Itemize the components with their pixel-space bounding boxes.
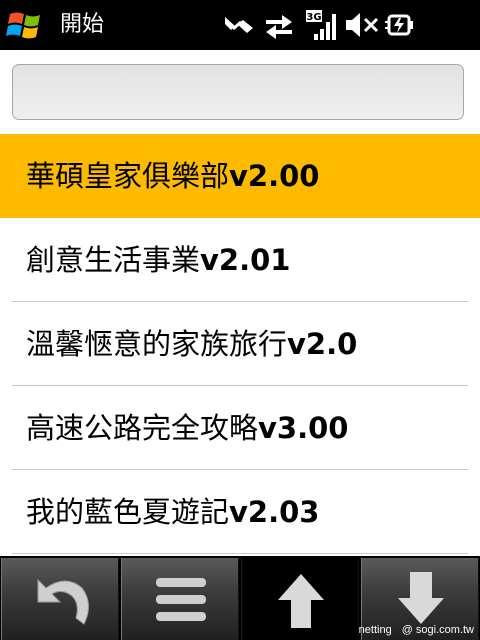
start-title[interactable]: 開始 [60,10,104,40]
list-item-label: 華碩皇家俱樂部v2.00 [26,134,319,218]
list-item-label: 創意生活事業v2.01 [26,218,290,302]
program-list: 華碩皇家俱樂部v2.00 創意生活事業v2.01 溫馨愜意的家族旅行v2.0 高… [0,134,480,556]
back-button[interactable] [1,558,119,640]
list-item-label: 高速公路完全攻略v3.00 [26,386,348,470]
item-version: v3.00 [258,411,349,445]
search-area [0,50,480,134]
item-name: 高速公路完全攻略 [26,411,259,445]
watermark: netting @ sogi.com.tw [349,624,474,636]
item-name: 我的藍色夏遊記 [26,495,230,529]
list-item[interactable]: 華碩皇家俱樂部v2.00 [0,134,480,218]
item-version: v2.00 [229,159,320,193]
list-item[interactable]: 溫馨愜意的家族旅行v2.0 [0,302,480,386]
battery-charging-icon[interactable] [384,8,418,42]
move-up-button[interactable] [241,558,359,640]
connection-arrows-icon [266,15,292,39]
menu-icon [156,578,206,621]
watermark-site: @ sogi.com.tw [401,624,474,636]
item-version: v2.01 [200,243,291,277]
arrow-up-icon [278,574,324,628]
watermark-author: netting [358,624,392,636]
item-version: v2.0 [287,327,358,361]
screen: 開始 3G 華碩皇家俱樂部v2.00 創意生活事業v2.01 溫馨愜意的家族旅行… [0,0,480,640]
item-name: 溫馨愜意的家族旅行 [26,327,288,361]
item-name: 華碩皇家俱樂部 [26,159,230,193]
windows-start-logo[interactable] [6,8,46,42]
list-item[interactable]: 創意生活事業v2.01 [0,218,480,302]
list-item-label: 我的藍色夏遊記v2.03 [26,470,319,554]
list-item[interactable]: 我的藍色夏遊記v2.03 [0,470,480,554]
3g-signal-icon: 3G [306,10,336,40]
list-item[interactable]: 高速公路完全攻略v3.00 [0,386,480,470]
softkey-bar: netting @ sogi.com.tw [0,556,480,640]
svg-text:3G: 3G [306,12,321,23]
search-input[interactable] [12,64,464,120]
status-bar: 開始 3G [0,0,480,50]
list-item-label: 溫馨愜意的家族旅行v2.0 [26,302,357,386]
item-name: 創意生活事業 [26,243,201,277]
back-arrow-icon [37,578,89,625]
menu-button[interactable] [121,558,239,640]
speaker-muted-icon[interactable] [344,8,380,42]
item-version: v2.03 [229,495,320,529]
data-sync-icon [225,17,253,33]
